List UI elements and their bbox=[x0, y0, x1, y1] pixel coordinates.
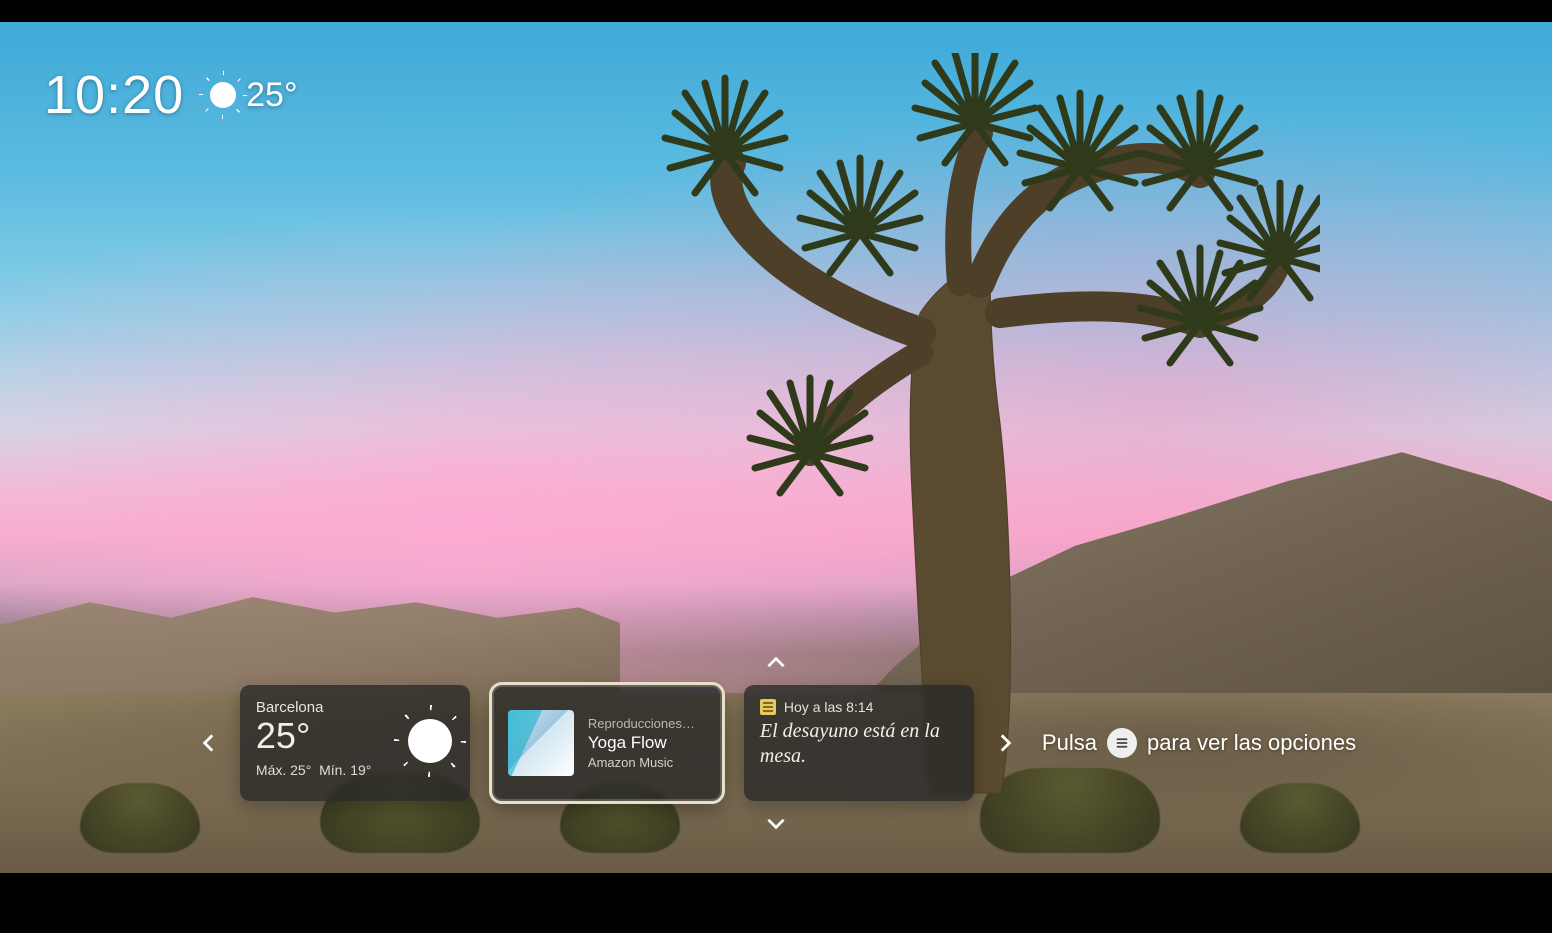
chevron-right-icon[interactable] bbox=[992, 730, 1018, 756]
chevron-down-icon[interactable] bbox=[762, 809, 790, 837]
status-temp: 25° bbox=[246, 76, 297, 115]
note-timestamp: Hoy a las 8:14 bbox=[784, 699, 874, 715]
music-card[interactable]: Reproducciones… Yoga Flow Amazon Music bbox=[492, 685, 722, 801]
clock: 10:20 bbox=[44, 64, 184, 126]
weather-badge: 25° bbox=[210, 76, 297, 115]
status-bar: 10:20 25° bbox=[44, 64, 298, 126]
widget-carousel: Barcelona 25° Máx. 25° Mín. 19° Reproduc… bbox=[0, 649, 1552, 837]
music-subhead: Reproducciones… bbox=[588, 716, 695, 731]
album-art bbox=[508, 710, 574, 776]
music-title: Yoga Flow bbox=[588, 733, 695, 753]
music-source: Amazon Music bbox=[588, 755, 695, 770]
chevron-left-icon[interactable] bbox=[196, 730, 222, 756]
options-hint: Pulsa para ver las opciones bbox=[1042, 728, 1356, 758]
sunny-icon bbox=[408, 719, 452, 763]
menu-icon bbox=[1107, 728, 1137, 758]
sunny-icon bbox=[210, 82, 236, 108]
note-body: El desayuno está en la mesa. bbox=[760, 719, 958, 769]
note-icon bbox=[760, 699, 776, 715]
chevron-up-icon[interactable] bbox=[762, 649, 790, 677]
ambient-home-screen: 10:20 25° Barcelona 25° Máx. bbox=[0, 22, 1552, 873]
sticky-note-card[interactable]: Hoy a las 8:14 El desayuno está en la me… bbox=[744, 685, 974, 801]
weather-card[interactable]: Barcelona 25° Máx. 25° Mín. 19° bbox=[240, 685, 470, 801]
